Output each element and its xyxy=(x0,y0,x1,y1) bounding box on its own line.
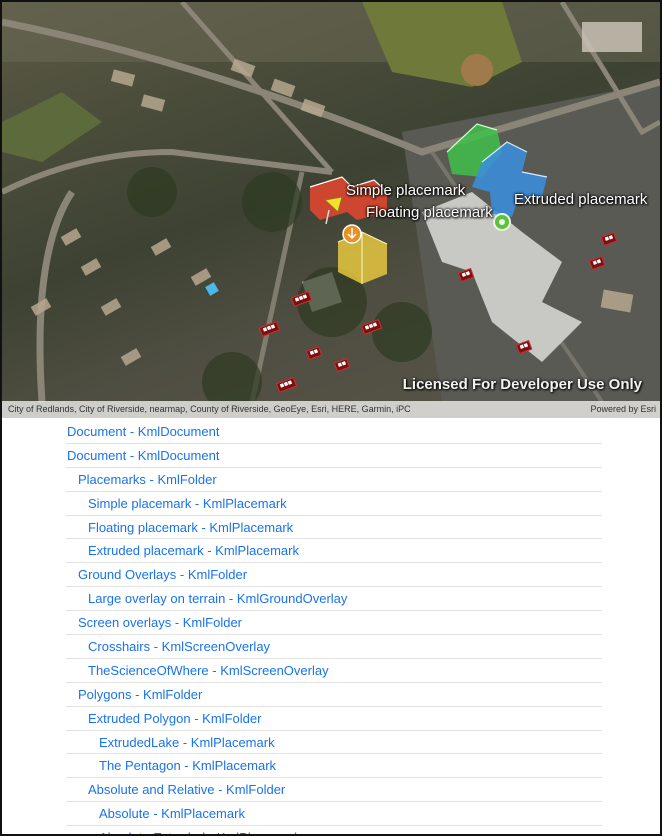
node-row[interactable]: TheScienceOfWhere - KmlScreenOverlay xyxy=(2,659,660,683)
node-row[interactable]: Large overlay on terrain - KmlGroundOver… xyxy=(2,587,660,612)
node-row[interactable]: Ground Overlays - KmlFolder xyxy=(2,563,660,588)
node-row[interactable]: Extruded Polygon - KmlFolder xyxy=(2,707,660,731)
powered-by-esri: Powered by Esri xyxy=(590,404,656,414)
node-label[interactable]: Document - KmlDocument xyxy=(67,424,219,439)
node-label[interactable]: Absolute - KmlPlacemark xyxy=(99,806,245,821)
node-row[interactable]: Polygons - KmlFolder xyxy=(2,683,660,707)
aerial-imagery xyxy=(2,2,660,412)
kml-node-list[interactable]: Document - KmlDocument Document - KmlDocu… xyxy=(2,420,660,834)
node-label[interactable]: Floating placemark - KmlPlacemark xyxy=(88,520,293,535)
node-label[interactable]: Screen overlays - KmlFolder xyxy=(78,615,242,630)
attribution-bar: City of Redlands, City of Riverside, nea… xyxy=(2,401,660,418)
node-row[interactable]: Absolute - KmlPlacemark xyxy=(2,802,660,827)
node-row[interactable]: Document - KmlDocument xyxy=(2,420,660,444)
node-row[interactable]: Crosshairs - KmlScreenOverlay xyxy=(2,635,660,659)
node-label[interactable]: Document - KmlDocument xyxy=(67,448,219,463)
license-watermark: Licensed For Developer Use Only xyxy=(402,376,642,393)
node-label[interactable]: Extruded placemark - KmlPlacemark xyxy=(88,543,299,558)
node-label[interactable]: The Pentagon - KmlPlacemark xyxy=(99,758,276,773)
node-label[interactable]: TheScienceOfWhere - KmlScreenOverlay xyxy=(88,663,329,678)
floating-marker-icon[interactable] xyxy=(342,224,362,244)
node-row[interactable]: Floating placemark - KmlPlacemark xyxy=(2,516,660,540)
extruded-placemark-label: Extruded placemark xyxy=(514,191,648,208)
node-row[interactable]: The Pentagon - KmlPlacemark xyxy=(2,754,660,779)
app-frame: ■■■ ■■■ ■■■ ■■ ■■ ■■■ ■■ ■■ ■■ ■■ Simple… xyxy=(0,0,662,836)
node-row[interactable]: Document - KmlDocument xyxy=(2,444,660,468)
node-row[interactable]: Extruded placemark - KmlPlacemark xyxy=(2,539,660,564)
attribution-text: City of Redlands, City of Riverside, nea… xyxy=(8,404,411,414)
node-row[interactable]: Absolute and Relative - KmlFolder xyxy=(2,778,660,803)
node-label[interactable]: Absolute Extruded - KmlPlacemark xyxy=(99,830,301,834)
node-row[interactable]: Screen overlays - KmlFolder xyxy=(2,611,660,636)
scene-view[interactable]: ■■■ ■■■ ■■■ ■■ ■■ ■■■ ■■ ■■ ■■ ■■ Simple… xyxy=(2,2,660,418)
node-label[interactable]: Crosshairs - KmlScreenOverlay xyxy=(88,639,270,654)
node-label[interactable]: Simple placemark - KmlPlacemark xyxy=(88,496,287,511)
node-label[interactable]: Polygons - KmlFolder xyxy=(78,687,202,702)
node-row[interactable]: Placemarks - KmlFolder xyxy=(2,468,660,492)
node-label[interactable]: ExtrudedLake - KmlPlacemark xyxy=(99,735,275,750)
simple-placemark-label: Simple placemark xyxy=(346,182,466,199)
floating-placemark-label: Floating placemark xyxy=(366,204,493,221)
extruded-marker-icon[interactable] xyxy=(493,213,511,231)
node-label[interactable]: Absolute and Relative - KmlFolder xyxy=(88,782,285,797)
node-label[interactable]: Large overlay on terrain - KmlGroundOver… xyxy=(88,591,347,606)
node-label[interactable]: Ground Overlays - KmlFolder xyxy=(78,567,247,582)
node-row[interactable]: Absolute Extruded - KmlPlacemark xyxy=(2,826,660,834)
node-label[interactable]: Extruded Polygon - KmlFolder xyxy=(88,711,261,726)
node-row[interactable]: ExtrudedLake - KmlPlacemark xyxy=(2,731,660,755)
node-row[interactable]: Simple placemark - KmlPlacemark xyxy=(2,492,660,516)
node-label[interactable]: Placemarks - KmlFolder xyxy=(78,472,217,487)
